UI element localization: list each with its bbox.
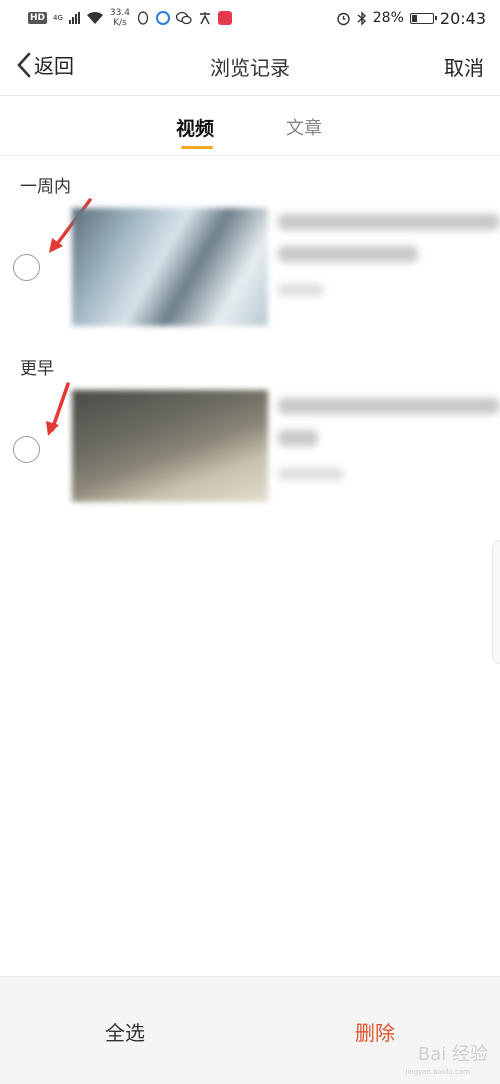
status-bar: HD 4G 33.4 K/s 28% 20:43: [0, 0, 500, 36]
battery-fill: [411, 14, 418, 22]
qq-icon: [137, 11, 149, 25]
network-type: 4G: [53, 14, 63, 22]
battery-icon: [409, 12, 437, 24]
video-title-blurred: [278, 214, 500, 296]
signal-icon: [68, 12, 80, 24]
video-title-blurred: [278, 398, 500, 480]
watermark: Bai 经验: [417, 1044, 488, 1065]
bluetooth-icon: [357, 10, 366, 26]
nav-bar: 返回 浏览记录 取消: [0, 36, 500, 96]
active-tab-indicator: [181, 146, 213, 149]
section-header-earlier: 更早: [20, 359, 54, 379]
tab-bar: 视频 文章: [0, 96, 500, 156]
side-edge-handle[interactable]: [492, 540, 500, 664]
video-thumbnail[interactable]: [72, 208, 268, 326]
net-speed: 33.4 K/s: [110, 8, 130, 28]
page-title: 浏览记录: [210, 56, 290, 80]
section-header-week: 一周内: [20, 177, 71, 197]
net-speed-value: 33.4: [109, 8, 130, 18]
tab-video[interactable]: 视频: [176, 114, 214, 141]
wechat-icon: [175, 11, 192, 25]
wifi-icon: [86, 11, 103, 24]
select-all-button[interactable]: 全选: [0, 977, 250, 1084]
video-thumbnail[interactable]: [72, 390, 268, 502]
clock: 20:43: [439, 8, 486, 28]
translate-icon: [199, 12, 210, 25]
select-checkbox-item-1[interactable]: [13, 254, 40, 281]
tab-article[interactable]: 文章: [286, 114, 322, 140]
cancel-button[interactable]: 取消: [444, 52, 484, 81]
browser-app-icon: [155, 11, 170, 25]
hd-indicator: HD: [28, 12, 48, 24]
red-app-icon: [217, 11, 232, 25]
battery-percent: 28%: [372, 10, 404, 26]
net-speed-unit: K/s: [113, 18, 127, 28]
alarm-icon: [337, 12, 350, 25]
select-checkbox-item-2[interactable]: [13, 436, 40, 463]
watermark-url: jingyan.baidu.com: [405, 1068, 470, 1076]
